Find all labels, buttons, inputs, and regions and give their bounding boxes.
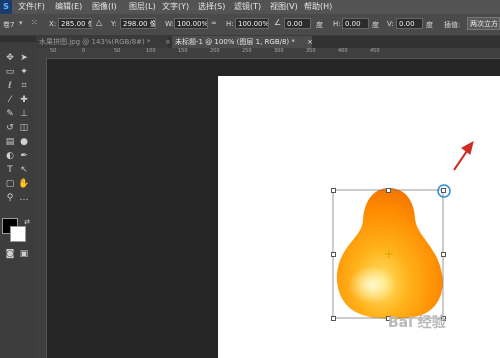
artwork-layer (332, 141, 474, 320)
transform-handle-top-right[interactable] (441, 188, 446, 193)
transform-handle-left[interactable] (331, 252, 336, 257)
transform-handle-right[interactable] (441, 252, 446, 257)
red-arrow-icon (453, 141, 474, 171)
fruit-highlight (348, 266, 396, 304)
transform-handle-bottom-left[interactable] (331, 316, 336, 321)
fruit-image (336, 188, 443, 320)
transform-handle-top-left[interactable] (331, 188, 336, 193)
transform-handle-top[interactable] (386, 188, 391, 193)
watermark: Bai 经验 (388, 315, 446, 331)
